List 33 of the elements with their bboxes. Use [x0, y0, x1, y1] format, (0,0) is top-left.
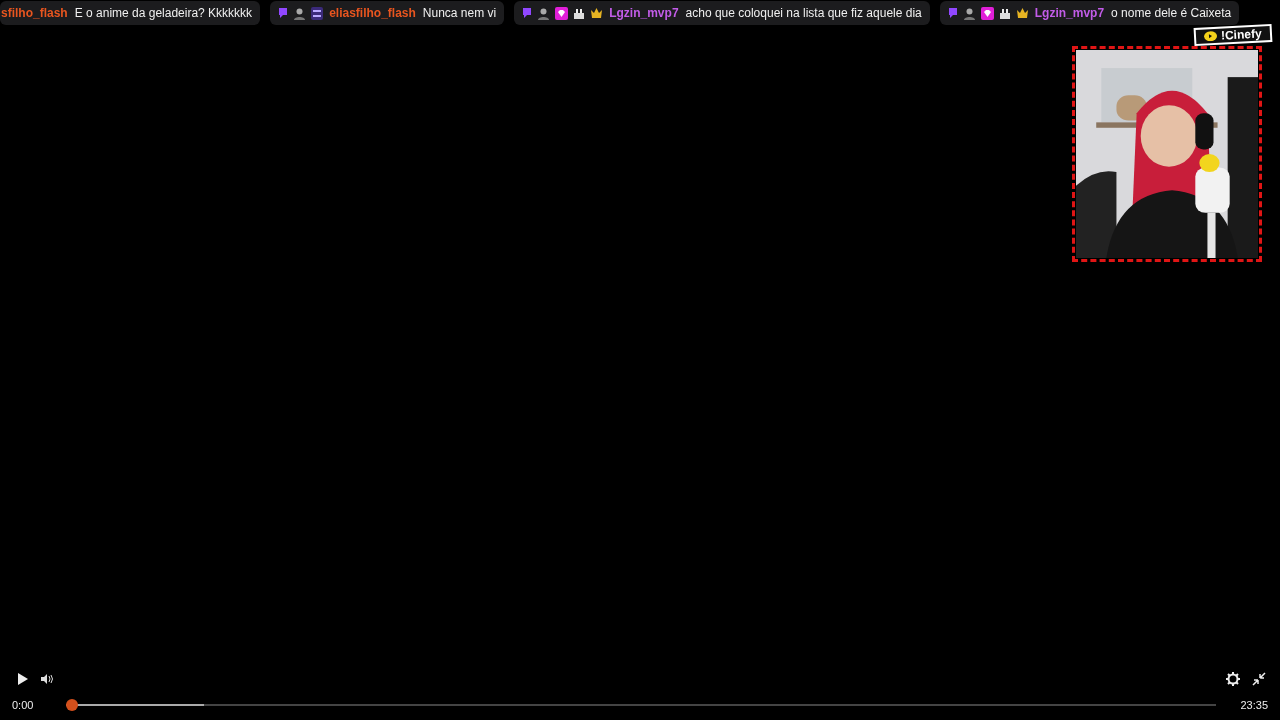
minimize-icon: [1252, 671, 1266, 686]
progress-slider[interactable]: [66, 698, 1216, 711]
current-time: 0:00: [12, 697, 35, 713]
avatar-icon: [962, 6, 976, 20]
avatar-icon: [293, 6, 307, 20]
chat-username: sfilho_flash: [1, 5, 68, 22]
calendar-icon: [311, 6, 324, 20]
play-icon: [18, 672, 28, 685]
chat-username: Lgzin_mvp7: [1034, 5, 1105, 22]
chat-text: acho que coloquei na lista que fiz aquele dia: [685, 5, 922, 22]
volume-icon: [41, 673, 53, 684]
settings-button[interactable]: [1226, 671, 1240, 686]
chat-text: E o anime da geladeira? Kkkkkkk: [74, 5, 253, 22]
gem-icon: [980, 6, 994, 20]
progress-thumb[interactable]: [66, 698, 78, 711]
chat-bubble-icon: [947, 7, 958, 19]
crown-icon: [1015, 7, 1029, 19]
chat-username: Lgzin_mvp7: [609, 5, 679, 22]
crown-icon: [590, 7, 604, 19]
cake-icon: [998, 7, 1011, 19]
cake-icon: [573, 7, 586, 19]
chat-text: Nunca nem vi: [422, 5, 497, 22]
gem-icon: [555, 6, 569, 20]
chat-username: eliasfilho_flash: [329, 5, 416, 22]
avatar-icon: [537, 6, 551, 20]
command-text: !Cinefy: [1220, 25, 1263, 45]
settings-icon: [1226, 671, 1240, 686]
duration-time: 23:35: [1239, 697, 1268, 713]
play-badge-icon: [1204, 30, 1218, 42]
minimize-button[interactable]: [1252, 671, 1266, 686]
chat-text: o nome dele é Caixeta: [1111, 5, 1232, 22]
chat-bubble-icon: [278, 7, 289, 19]
chat-bubble-icon: [522, 7, 533, 19]
